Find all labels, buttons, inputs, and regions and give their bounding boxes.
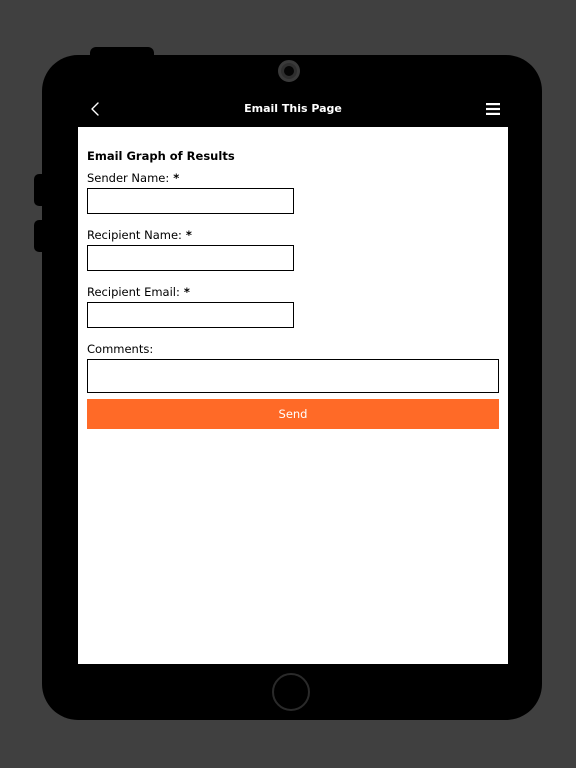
- recipient-email-input[interactable]: [87, 302, 294, 328]
- hamburger-menu-icon[interactable]: [486, 101, 500, 115]
- app-screen: Email This Page Email Graph of Results S…: [78, 92, 508, 664]
- form-title: Email Graph of Results: [87, 149, 235, 163]
- recipient-name-field-group: Recipient Name: *: [87, 228, 499, 271]
- sender-name-label: Sender Name: *: [87, 171, 499, 185]
- required-marker: *: [173, 171, 180, 185]
- page-title: Email This Page: [244, 102, 342, 115]
- camera-icon: [278, 60, 300, 82]
- recipient-name-label-text: Recipient Name:: [87, 228, 182, 242]
- required-marker: *: [183, 285, 190, 299]
- sender-name-label-text: Sender Name:: [87, 171, 170, 185]
- comments-label: Comments:: [87, 342, 154, 356]
- sender-name-field-group: Sender Name: *: [87, 171, 499, 214]
- nav-bar: Email This Page: [78, 92, 508, 127]
- recipient-email-label-text: Recipient Email:: [87, 285, 180, 299]
- recipient-name-label: Recipient Name: *: [87, 228, 499, 242]
- backdrop: Email This Page Email Graph of Results S…: [0, 0, 576, 768]
- comments-field-group: Comments:: [87, 342, 499, 393]
- recipient-email-field-group: Recipient Email: *: [87, 285, 499, 328]
- required-marker: *: [185, 228, 192, 242]
- comments-textarea[interactable]: [87, 359, 499, 393]
- home-button[interactable]: [272, 673, 310, 711]
- email-form: Email Graph of Results Sender Name: * Rec…: [87, 149, 499, 429]
- sender-name-input[interactable]: [87, 188, 294, 214]
- recipient-name-input[interactable]: [87, 245, 294, 271]
- send-button[interactable]: Send: [87, 399, 499, 429]
- recipient-email-label: Recipient Email: *: [87, 285, 499, 299]
